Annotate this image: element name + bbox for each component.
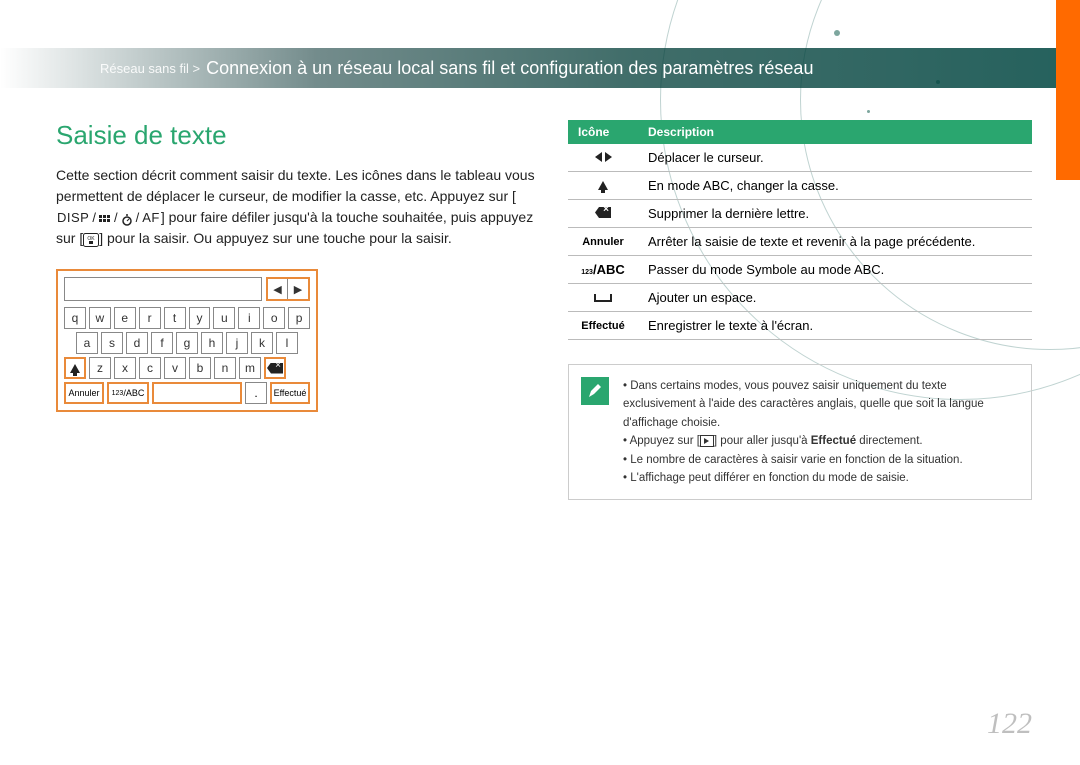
table-row: Annuler Arrêter la saisie de texte et re… — [568, 228, 1032, 256]
onscreen-keyboard: ◀ ▶ qwertyuiop asdfghjkl zxcvbnm Annuler… — [56, 269, 318, 412]
bg-dot — [867, 110, 870, 113]
table-cell-desc: Arrêter la saisie de texte et revenir à … — [638, 228, 1032, 256]
shift-up-icon — [70, 364, 80, 373]
table-cell-desc: Passer du mode Symbole au mode ABC. — [638, 256, 1032, 284]
table-cell-desc: Enregistrer le texte à l'écran. — [638, 312, 1032, 340]
keyboard-letter-key[interactable]: g — [176, 332, 198, 354]
ok-button-icon: OK — [83, 232, 99, 246]
keyboard-text-field[interactable] — [64, 277, 262, 301]
keyboard-letter-key[interactable]: k — [251, 332, 273, 354]
backspace-icon — [267, 363, 283, 374]
note-text: Appuyez sur [ — [630, 435, 700, 447]
icon-description-table: Icône Description Déplacer le curseur. E… — [568, 120, 1032, 340]
keyboard-space-key[interactable] — [152, 382, 242, 404]
keyboard-letter-key[interactable]: t — [164, 307, 186, 329]
keyboard-letter-key[interactable]: l — [276, 332, 298, 354]
note-text: directement. — [856, 435, 922, 447]
af-key-label: AF — [141, 208, 161, 228]
note-item: Le nombre de caractères à saisir varie e… — [623, 451, 1017, 469]
table-header-icon: Icône — [568, 120, 638, 144]
shift-key[interactable] — [64, 357, 86, 379]
table-cell-desc: Supprimer la dernière lettre. — [638, 200, 1032, 228]
timer-icon — [120, 212, 134, 224]
keyboard-letter-key[interactable]: d — [126, 332, 148, 354]
keyboard-letter-key[interactable]: v — [164, 357, 186, 379]
keyboard-letter-key[interactable]: j — [226, 332, 248, 354]
table-row: Déplacer le curseur. — [568, 144, 1032, 172]
keyboard-letter-key[interactable]: i — [238, 307, 260, 329]
shift-up-icon — [568, 172, 638, 200]
cursor-right-icon[interactable]: ▶ — [288, 279, 308, 299]
cancel-label: Annuler — [568, 228, 638, 256]
keyboard-letter-key[interactable]: w — [89, 307, 111, 329]
backspace-key[interactable] — [264, 357, 286, 379]
space-icon — [568, 284, 638, 312]
table-row: 123/ABC Passer du mode Symbole au mode A… — [568, 256, 1032, 284]
keyboard-letter-key[interactable]: c — [139, 357, 161, 379]
page-title: Connexion à un réseau local sans fil et … — [206, 58, 813, 79]
keyboard-cancel-button[interactable]: Annuler — [64, 382, 104, 404]
keyboard-mode-button[interactable]: 123/ABC — [107, 382, 149, 404]
mode-prefix: 123 — [112, 390, 124, 397]
disp-key-label: DISP — [56, 208, 90, 228]
keyboard-letter-key[interactable]: f — [151, 332, 173, 354]
keyboard-letter-key[interactable]: r — [139, 307, 161, 329]
keyboard-letter-key[interactable]: m — [239, 357, 261, 379]
keyboard-letter-key[interactable]: z — [89, 357, 111, 379]
nav-key-group: DISP///AF — [56, 208, 161, 228]
cursor-left-icon[interactable]: ◀ — [268, 279, 288, 299]
keyboard-done-button[interactable]: Effectué — [270, 382, 310, 404]
backspace-icon — [568, 200, 638, 228]
section-heading: Saisie de texte — [56, 120, 536, 151]
intro-text: Cette section décrit comment saisir du t… — [56, 167, 535, 204]
keyboard-letter-key[interactable]: p — [288, 307, 310, 329]
keyboard-letter-key[interactable]: e — [114, 307, 136, 329]
mode-label: /ABC — [123, 388, 144, 398]
intro-paragraph: Cette section décrit comment saisir du t… — [56, 165, 536, 249]
intro-text: ] pour la saisir. Ou appuyez sur une tou… — [99, 230, 452, 246]
keyboard-period-key[interactable]: . — [245, 382, 267, 404]
table-row: En mode ABC, changer la casse. — [568, 172, 1032, 200]
table-row: Supprimer la dernière lettre. — [568, 200, 1032, 228]
keyboard-letter-key[interactable]: q — [64, 307, 86, 329]
note-item: L'affichage peut différer en fonction du… — [623, 469, 1017, 487]
mode-abc-icon: 123/ABC — [568, 256, 638, 284]
keyboard-letter-key[interactable]: a — [76, 332, 98, 354]
keyboard-letter-key[interactable]: o — [263, 307, 285, 329]
table-row: Effectué Enregistrer le texte à l'écran. — [568, 312, 1032, 340]
table-row: Ajouter un espace. — [568, 284, 1032, 312]
bg-dot — [834, 30, 840, 36]
note-text: ] pour aller jusqu'à — [714, 435, 811, 447]
keyboard-letter-key[interactable]: s — [101, 332, 123, 354]
note-item: Dans certains modes, vous pouvez saisir … — [623, 377, 1017, 432]
keyboard-letter-key[interactable]: n — [214, 357, 236, 379]
keyboard-letter-key[interactable]: h — [201, 332, 223, 354]
keyboard-letter-key[interactable]: x — [114, 357, 136, 379]
section-tab-marker — [1056, 0, 1080, 180]
note-item: Appuyez sur [ ] pour aller jusqu'à Effect… — [623, 432, 1017, 450]
page-header: Réseau sans fil > Connexion à un réseau … — [0, 48, 1056, 88]
cursor-arrows-icon — [568, 144, 638, 172]
table-cell-desc: Déplacer le curseur. — [638, 144, 1032, 172]
table-cell-desc: En mode ABC, changer la casse. — [638, 172, 1032, 200]
note-pen-icon — [581, 377, 609, 405]
keyboard-letter-key[interactable]: y — [189, 307, 211, 329]
note-bold: Effectué — [811, 435, 856, 447]
keyboard-letter-key[interactable]: b — [189, 357, 211, 379]
table-header-description: Description — [638, 120, 1032, 144]
page-number: 122 — [987, 707, 1032, 741]
note-box: Dans certains modes, vous pouvez saisir … — [568, 364, 1032, 500]
cursor-move-keys[interactable]: ◀ ▶ — [266, 277, 310, 301]
playback-button-icon — [700, 435, 714, 447]
done-label: Effectué — [568, 312, 638, 340]
grid-nav-icon — [98, 212, 112, 224]
breadcrumb: Réseau sans fil > — [100, 61, 200, 76]
table-cell-desc: Ajouter un espace. — [638, 284, 1032, 312]
keyboard-letter-key[interactable]: u — [213, 307, 235, 329]
